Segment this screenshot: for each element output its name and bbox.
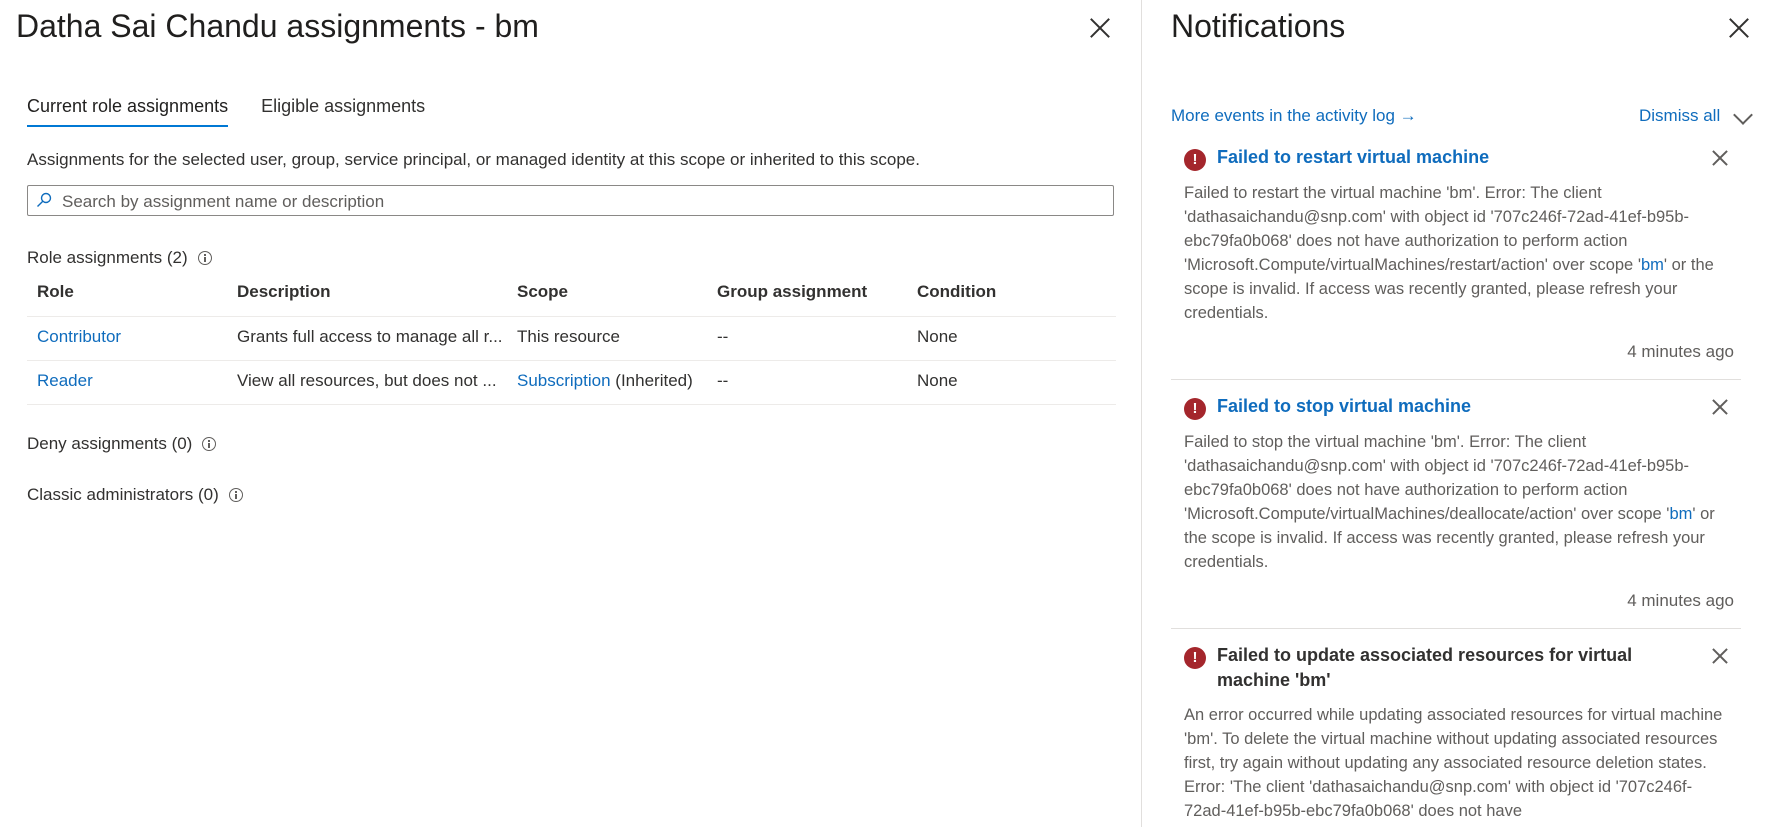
activity-log-link[interactable]: More events in the activity log → [1171,106,1417,126]
classic-administrators-label: Classic administrators (0) [27,485,219,504]
notification-time: 4 minutes ago [1627,591,1734,610]
table-row: Contributor Grants full access to manage… [27,317,1116,361]
search-box[interactable] [27,185,1114,217]
notification-message: Failed to restart the virtual machine 'b… [1184,181,1734,325]
close-panel-icon[interactable] [1089,17,1111,39]
dismiss-notification-icon[interactable] [1712,150,1728,166]
tab-bar: Current role assignments Eligible assign… [27,96,425,127]
tab-current-role-assignments[interactable]: Current role assignments [27,96,229,127]
column-header-role[interactable]: Role [37,276,222,308]
table-header-row: Role Description Scope Group assignment … [27,276,1116,317]
close-notifications-icon[interactable] [1728,17,1750,39]
notification-title[interactable]: Failed to stop virtual machine [1217,394,1677,419]
notification-separator [1171,628,1741,629]
error-icon: ! [1184,398,1206,420]
scope-link-bm[interactable]: bm [1669,505,1692,523]
group-assignment-cell: -- [717,327,729,346]
group-assignment-cell: -- [717,371,729,390]
notification-time: 4 minutes ago [1627,342,1734,361]
notification-title[interactable]: Failed to restart virtual machine [1217,145,1677,170]
role-assignments-panel: Datha Sai Chandu assignments - bm Curren… [0,0,1141,827]
scope-link-subscription[interactable]: Subscription [517,371,611,390]
role-link-reader[interactable]: Reader [37,361,222,401]
classic-administrators-heading: Classic administrators (0) [27,485,243,505]
search-input[interactable] [60,186,1104,217]
role-description: View all resources, but does not ... [237,371,497,390]
scope-text: This resource [517,327,620,346]
role-assignments-table: Role Description Scope Group assignment … [27,276,1116,405]
notification-separator [1171,379,1741,380]
chevron-down-icon[interactable] [1733,105,1753,125]
notification-item: ! Failed to stop virtual machine Failed … [1171,394,1741,619]
condition-cell: None [917,327,958,346]
column-header-group-assignment[interactable]: Group assignment [717,276,907,308]
role-assignments-label: Role assignments (2) [27,248,188,267]
role-link-contributor[interactable]: Contributor [37,317,222,357]
dismiss-notification-icon[interactable] [1712,399,1728,415]
condition-cell: None [917,371,958,390]
scope-cell: Subscription (Inherited) [517,361,717,401]
dismiss-notification-icon[interactable] [1712,648,1728,664]
notification-message: Failed to stop the virtual machine 'bm'.… [1184,430,1734,574]
tab-eligible-assignments[interactable]: Eligible assignments [261,96,425,127]
message-text: Failed to restart the virtual machine 'b… [1184,184,1690,274]
scope-description: Assignments for the selected user, group… [27,150,920,169]
column-header-scope[interactable]: Scope [517,276,717,308]
search-icon [37,192,52,207]
notification-item: ! Failed to update associated resources … [1171,643,1741,827]
scope-inherited-label: (Inherited) [610,371,693,390]
error-icon: ! [1184,149,1206,171]
error-icon: ! [1184,647,1206,669]
role-description: Grants full access to manage all r... [237,327,503,346]
message-text: Failed to stop the virtual machine 'bm'.… [1184,433,1690,523]
info-icon[interactable] [197,251,212,265]
info-icon[interactable] [202,437,217,451]
notification-message: An error occurred while updating associa… [1184,706,1723,820]
notifications-panel: Notifications More events in the activit… [1142,0,1767,827]
scope-cell: This resource [517,317,717,357]
column-header-description[interactable]: Description [237,276,507,308]
deny-assignments-label: Deny assignments (0) [27,434,193,453]
column-header-condition[interactable]: Condition [917,276,1097,308]
notifications-title: Notifications [1171,8,1346,44]
notification-item: ! Failed to restart virtual machine Fail… [1171,145,1741,370]
role-assignments-heading: Role assignments (2) [27,248,212,268]
panel-title: Datha Sai Chandu assignments - bm [16,8,539,44]
scope-link-bm[interactable]: bm [1641,256,1664,274]
dismiss-all-button[interactable]: Dismiss all [1639,106,1720,126]
notification-title: Failed to update associated resources fo… [1217,645,1633,690]
info-icon[interactable] [228,488,243,502]
table-row: Reader View all resources, but does not … [27,361,1116,405]
deny-assignments-heading: Deny assignments (0) [27,434,217,454]
